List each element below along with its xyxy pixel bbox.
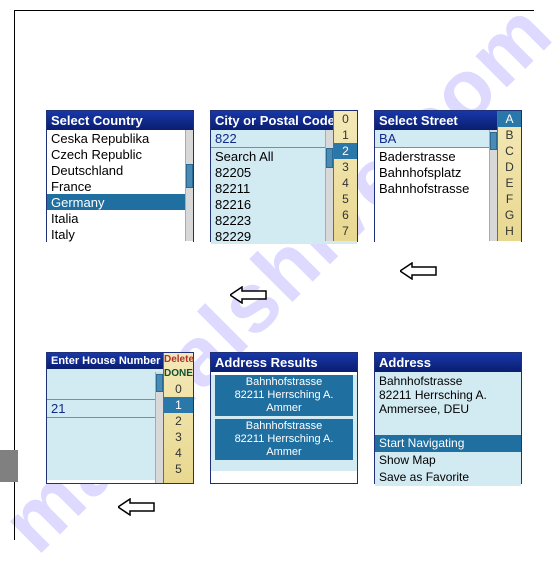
list-item-selected[interactable]: Germany (47, 194, 193, 210)
action-show-map[interactable]: Show Map (375, 452, 521, 469)
side-cell[interactable]: 1 (334, 127, 357, 143)
side-cell[interactable]: G (498, 207, 521, 223)
list-item[interactable]: Deutschland (47, 162, 193, 178)
side-cell[interactable]: 3 (164, 429, 193, 445)
action-save-favorite[interactable]: Save as Favorite (375, 469, 521, 486)
side-cell[interactable]: 6 (334, 207, 357, 223)
side-cell[interactable]: 5 (164, 461, 193, 477)
letter-column[interactable]: A B C D E F G H (497, 111, 521, 241)
side-cell[interactable]: B (498, 127, 521, 143)
list-item[interactable]: Czech Republic (47, 146, 193, 162)
scrollbar[interactable] (325, 130, 333, 241)
result-item[interactable]: Bahnhofstrasse 82211 Herrsching A. Ammer (215, 419, 353, 460)
side-cell[interactable]: 5 (334, 191, 357, 207)
side-cell-selected[interactable]: A (498, 111, 521, 127)
side-cell[interactable]: 3 (334, 159, 357, 175)
address-line: 82211 Herrsching A. (379, 388, 517, 402)
result-line: 82211 Herrsching A. Ammer (217, 433, 351, 459)
address-line: Ammersee, DEU (379, 402, 517, 416)
scrollbar[interactable] (489, 130, 497, 241)
side-cell[interactable]: 7 (334, 223, 357, 239)
side-cell-selected[interactable]: 1 (164, 397, 193, 413)
panel-house-number: Enter House Number 21 Delete DONE 0 1 2 … (46, 352, 194, 484)
side-cell[interactable]: F (498, 191, 521, 207)
scrollbar[interactable] (185, 130, 193, 241)
side-cell-selected[interactable]: 2 (334, 143, 357, 159)
side-cell[interactable]: H (498, 223, 521, 239)
panel-select-street: Select Street BA Baderstrasse Bahnhofspl… (374, 110, 522, 242)
delete-button[interactable]: Delete (164, 353, 193, 367)
result-line: Bahnhofstrasse (217, 376, 351, 389)
list-item[interactable]: France (47, 178, 193, 194)
side-cell[interactable]: C (498, 143, 521, 159)
country-list[interactable]: Ceska Republika Czech Republic Deutschla… (47, 130, 193, 242)
panel-address: Address Bahnhofstrasse 82211 Herrsching … (374, 352, 522, 484)
arrow-left-icon (230, 286, 268, 304)
side-cell[interactable]: 4 (334, 175, 357, 191)
scrollbar[interactable] (155, 372, 163, 483)
results-list[interactable]: Bahnhofstrasse 82211 Herrsching A. Ammer… (211, 375, 357, 471)
panel-address-results: Address Results Bahnhofstrasse 82211 Her… (210, 352, 358, 484)
address-body: Bahnhofstrasse 82211 Herrsching A. Ammer… (375, 372, 521, 420)
list-item[interactable]: Ceska Republika (47, 130, 193, 146)
action-start-navigating[interactable]: Start Navigating (375, 435, 521, 452)
page-tab (0, 450, 18, 482)
result-line: 82211 Herrsching A. Ammer (217, 389, 351, 415)
arrow-left-icon (118, 498, 156, 516)
number-column[interactable]: 0 1 2 3 4 5 6 7 (333, 111, 357, 241)
side-cell[interactable]: 0 (164, 381, 193, 397)
side-cell[interactable]: 0 (334, 111, 357, 127)
list-item[interactable]: Italia (47, 210, 193, 226)
address-line: Bahnhofstrasse (379, 374, 517, 388)
side-cell[interactable]: D (498, 159, 521, 175)
number-column[interactable]: Delete DONE 0 1 2 3 4 5 (163, 353, 193, 483)
panel-title: Address (375, 353, 521, 372)
panel-title: Address Results (211, 353, 357, 372)
arrow-left-icon (400, 262, 438, 280)
panel-select-country: Select Country Ceska Republika Czech Rep… (46, 110, 194, 242)
side-cell[interactable]: 4 (164, 445, 193, 461)
result-item[interactable]: Bahnhofstrasse 82211 Herrsching A. Ammer (215, 375, 353, 416)
panel-title: Select Country (47, 111, 193, 130)
result-line: Bahnhofstrasse (217, 420, 351, 433)
side-cell[interactable]: 2 (164, 413, 193, 429)
done-button[interactable]: DONE (164, 367, 193, 381)
side-cell[interactable]: E (498, 175, 521, 191)
panel-city-postal: City or Postal Code 822 Search All 82205… (210, 110, 358, 242)
list-item[interactable]: Italy (47, 226, 193, 242)
